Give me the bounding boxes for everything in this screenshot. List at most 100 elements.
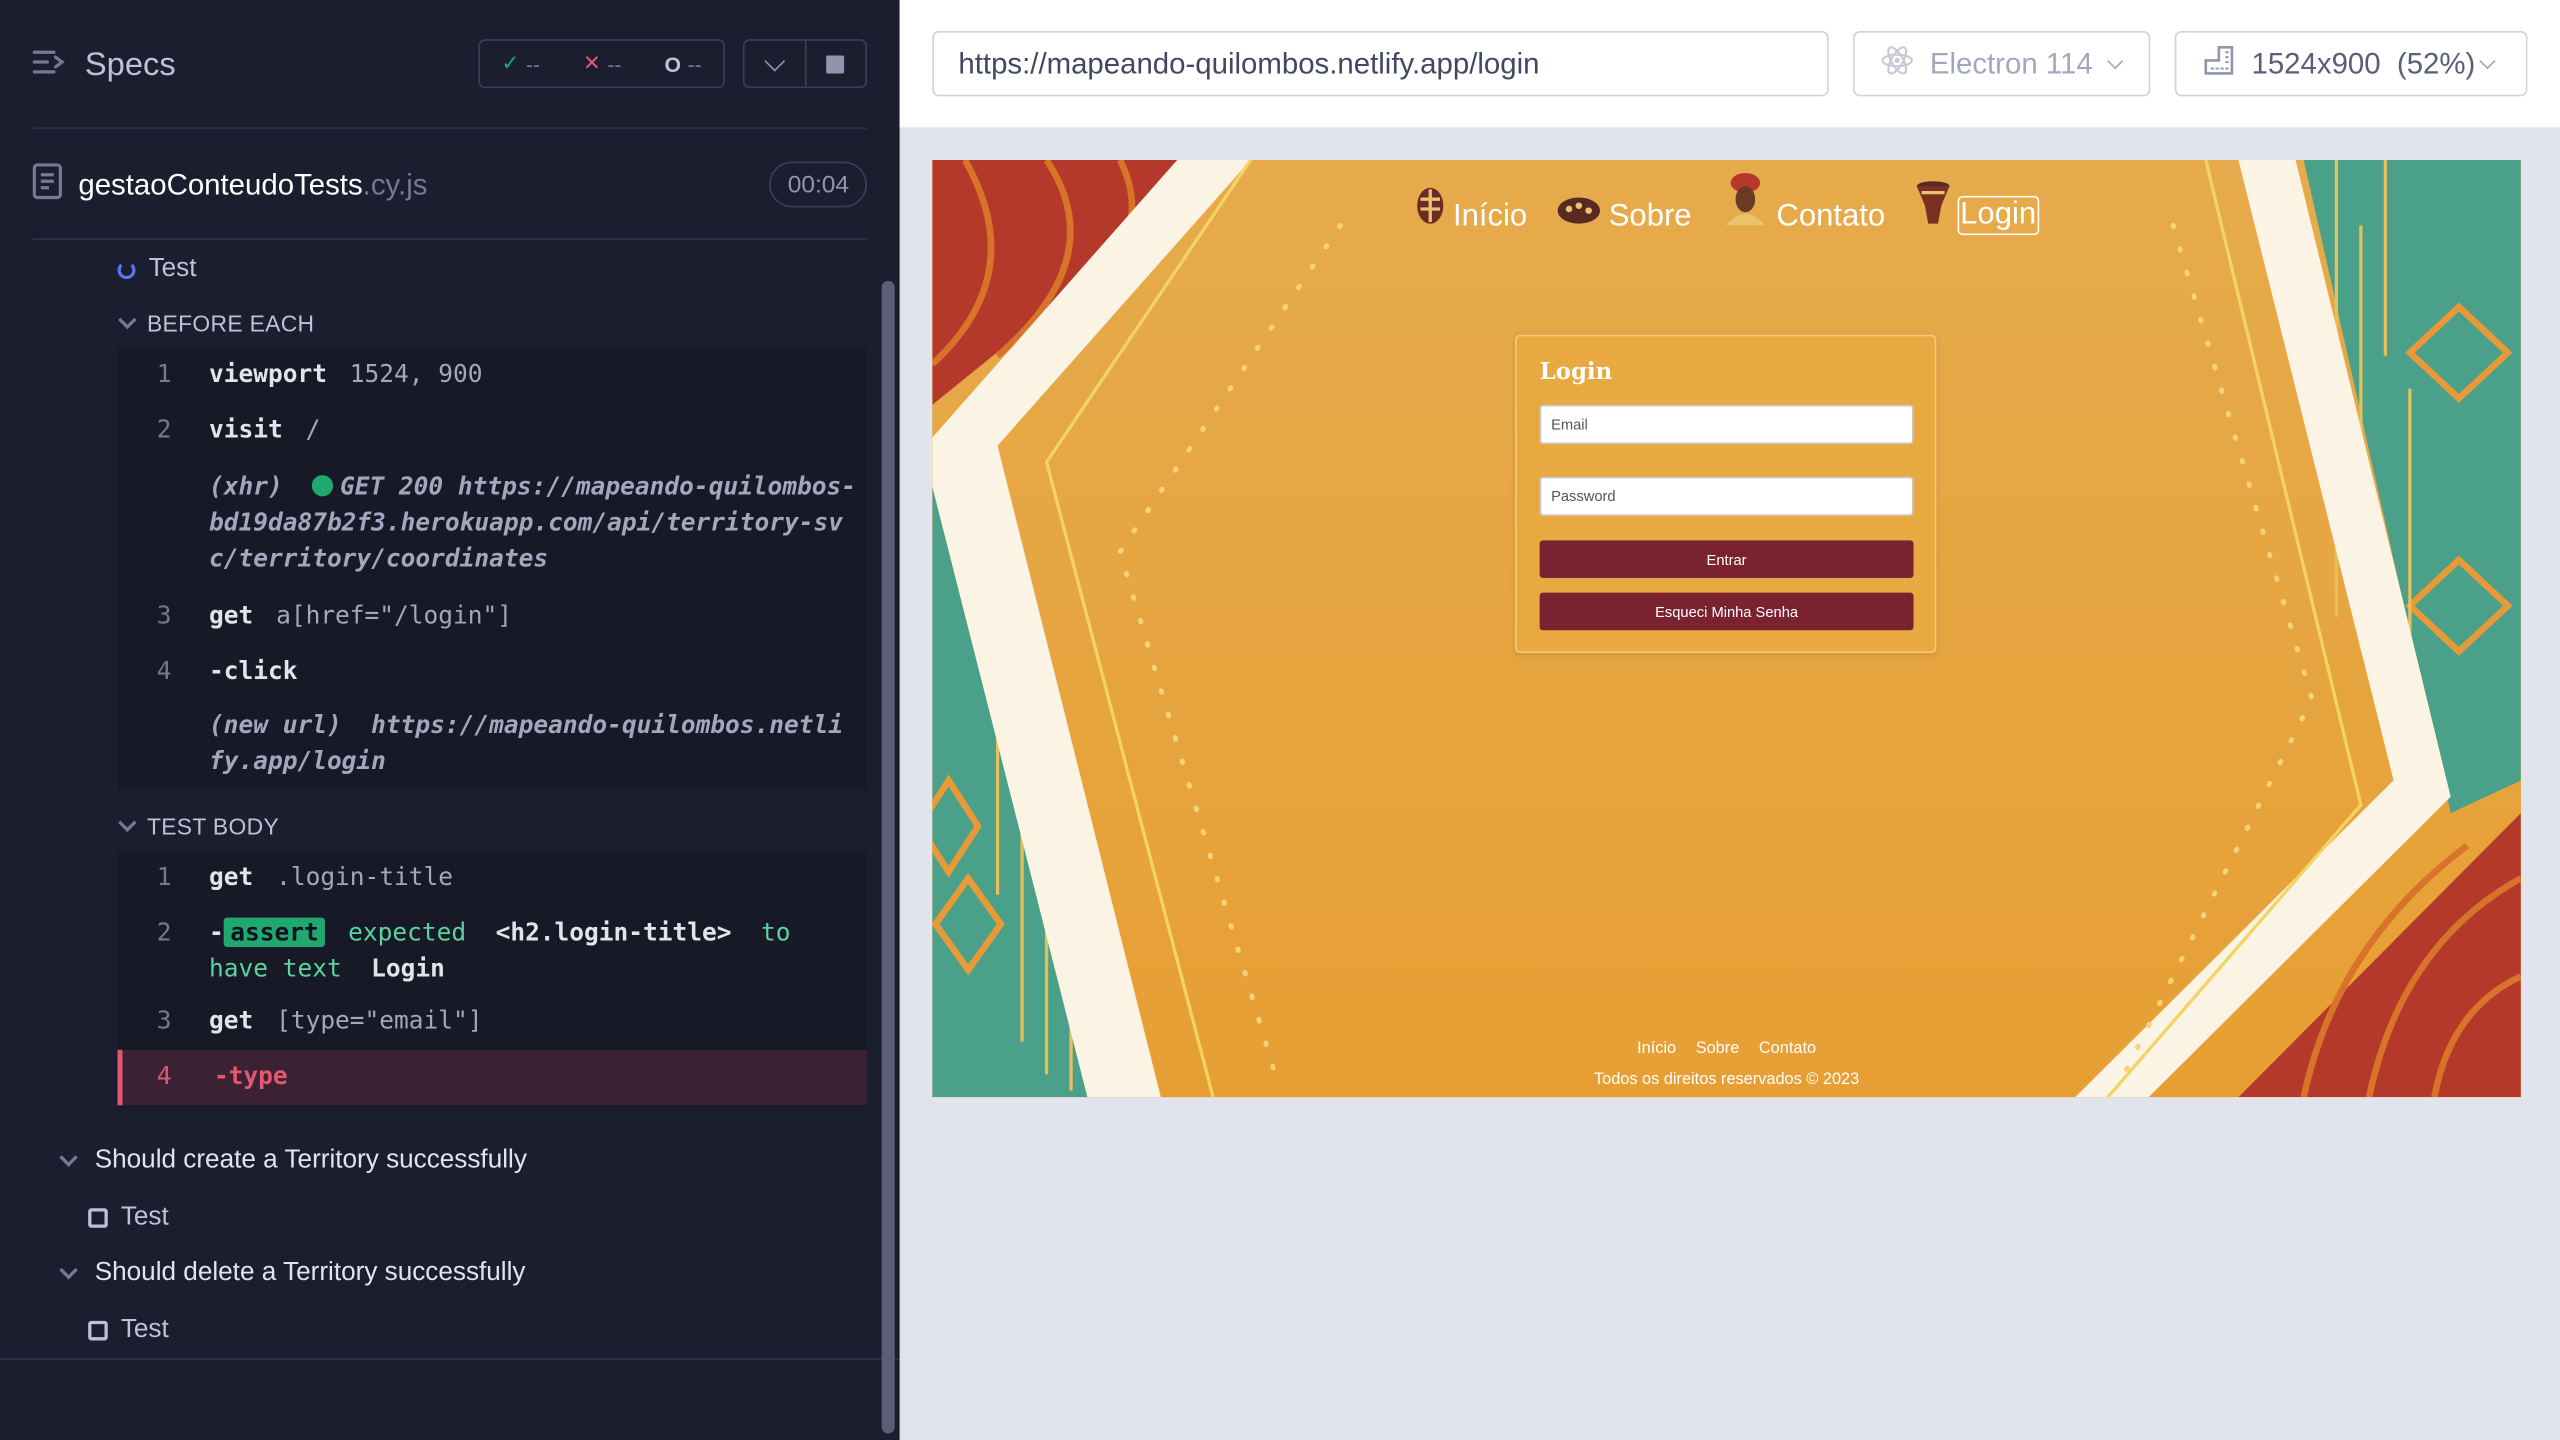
drum-top-icon: [1556, 193, 1602, 235]
divider: [32, 127, 867, 129]
command-row[interactable]: 2 visit /: [118, 403, 867, 459]
chevron-down-icon: [118, 310, 137, 330]
passed-count: --: [525, 51, 541, 76]
command-row[interactable]: 3 get a[href="/login"]: [118, 589, 867, 645]
command-row-xhr[interactable]: (xhr) GET 200 https://mapeando-quilombos…: [118, 459, 867, 590]
browser-label: Electron 114: [1929, 46, 2093, 80]
suite-create-territory[interactable]: Should create a Territory successfully: [59, 1146, 527, 1175]
passed-stat: ✓ --: [502, 51, 540, 77]
viewport-size: 1524x900: [2251, 46, 2381, 80]
command-message: [type="email"]: [276, 1005, 483, 1036]
status-dot-icon: [312, 475, 334, 497]
chevron-down-icon: [2106, 52, 2123, 69]
suite-test-item[interactable]: Test: [88, 1203, 169, 1232]
viewport-scale: (52%): [2396, 46, 2476, 80]
pending-stat: O --: [665, 51, 702, 75]
reporter-panel: Specs ✓ -- ✕ -- O -- gestaoConteudoTests.cy…: [0, 0, 900, 1440]
xhr-message: (xhr) GET 200 https://mapeando-quilombos…: [209, 469, 862, 577]
browser-toolbar: https://mapeando-quilombos.netlify.app/l…: [899, 0, 2560, 128]
app-nav: Início Sobre Contato Login: [932, 170, 2521, 236]
login-card: Login Email Password Entrar Esqueci Minh…: [1515, 334, 1937, 654]
chevron-down-icon: [2479, 52, 2496, 69]
command-row[interactable]: 1 get .login-title: [118, 851, 867, 907]
divider: [32, 238, 867, 241]
not-run-icon: [88, 1320, 108, 1341]
command-number: 2: [156, 414, 172, 445]
command-name: -click: [208, 656, 298, 686]
browser-selector[interactable]: Electron 114: [1853, 31, 2151, 97]
password-field[interactable]: Password: [1539, 476, 1914, 516]
new-url-label: (new url): [208, 710, 342, 740]
failed-count: --: [607, 51, 622, 76]
url-field[interactable]: https://mapeando-quilombos.netlify.app/l…: [932, 31, 1829, 97]
spec-file-row[interactable]: gestaoConteudoTests.cy.js 00:04: [32, 157, 867, 213]
suite-title: Should delete a Territory successfully: [94, 1258, 526, 1287]
command-number: 2: [156, 917, 172, 947]
footer-copyright: Todos os direitos reservados © 2023: [1593, 1071, 1860, 1090]
command-row-new-url[interactable]: (new url) https://mapeando-quilombos.net…: [118, 700, 867, 782]
assert-subject: <h2.login-title>: [495, 917, 732, 947]
spec-file-basename: gestaoConteudoTests: [78, 167, 363, 201]
check-icon: ✓: [501, 50, 520, 76]
footer-link-sobre[interactable]: Sobre: [1696, 1040, 1740, 1058]
command-number: 4: [156, 656, 172, 686]
reporter-scrollbar[interactable]: [881, 280, 895, 1434]
woman-head-icon: [1721, 170, 1770, 235]
pending-count: --: [687, 51, 702, 76]
stop-icon: [826, 54, 845, 73]
viewport-info[interactable]: 1524x900 (52%): [2174, 31, 2528, 97]
app-under-test: Início Sobre Contato Login Login Email P…: [932, 160, 2521, 1098]
before-each-commands: 1 viewport 1524, 900 2 visit / (xhr) GET…: [117, 347, 867, 791]
test-body-label: TEST BODY: [146, 813, 280, 840]
duration-badge: 00:04: [769, 161, 867, 208]
new-url-message: (new url) https://mapeando-quilombos.net…: [209, 707, 846, 779]
xhr-label: (xhr): [208, 471, 283, 502]
footer-link-contato[interactable]: Contato: [1759, 1040, 1816, 1058]
suite-test-item[interactable]: Test: [88, 1316, 169, 1345]
login-submit-button[interactable]: Entrar: [1539, 540, 1914, 578]
stats-box: ✓ -- ✕ -- O --: [478, 39, 725, 89]
command-row[interactable]: 3 get [type="email"]: [118, 994, 867, 1050]
collapse-button[interactable]: [745, 40, 806, 87]
run-controls: [742, 39, 867, 89]
nav-label: Sobre: [1608, 199, 1692, 234]
stop-button[interactable]: [806, 41, 866, 87]
nav-contato[interactable]: Contato: [1721, 170, 1885, 235]
x-icon: ✕: [583, 50, 601, 76]
forgot-password-button[interactable]: Esqueci Minha Senha: [1539, 592, 1914, 631]
failed-stat: ✕ --: [583, 51, 621, 77]
running-test[interactable]: Test: [117, 255, 196, 284]
test-title: Test: [120, 1315, 169, 1344]
nav-label: Início: [1452, 199, 1528, 234]
command-number: 3: [156, 1005, 172, 1036]
email-field[interactable]: Email: [1539, 404, 1914, 445]
command-name: viewport: [208, 359, 327, 389]
chevron-down-icon: [118, 813, 137, 833]
command-name: get: [208, 600, 254, 631]
chevron-down-icon: [763, 50, 785, 71]
command-name: get: [208, 862, 254, 892]
command-row-failing[interactable]: 4 -type: [117, 1049, 867, 1106]
footer-link-inicio[interactable]: Início: [1637, 1040, 1676, 1058]
command-row[interactable]: 4 -click: [118, 645, 867, 701]
test-body-header[interactable]: TEST BODY: [118, 813, 280, 840]
before-each-header[interactable]: BEFORE EACH: [118, 310, 315, 336]
footer-links: Início Sobre Contato: [932, 1040, 2521, 1058]
nav-sobre[interactable]: Sobre: [1556, 193, 1692, 235]
assert-badge: assert: [223, 917, 326, 947]
command-name: get: [208, 1005, 254, 1036]
command-row-assert[interactable]: 2 - assert expected <h2.login-title> to ha…: [118, 906, 867, 994]
command-number: 3: [156, 600, 172, 631]
nav-login[interactable]: Login: [1914, 180, 2040, 236]
suite-delete-territory[interactable]: Should delete a Territory successfully: [59, 1258, 526, 1288]
nav-inicio[interactable]: Início: [1414, 183, 1527, 235]
command-row[interactable]: 1 viewport 1524, 900: [118, 348, 867, 404]
nav-label: Contato: [1776, 199, 1886, 234]
command-name: -type: [213, 1061, 288, 1091]
document-icon: [32, 162, 63, 206]
assert-value: Login: [371, 953, 445, 983]
specs-list-icon[interactable]: [32, 47, 66, 85]
specs-title[interactable]: Specs: [85, 47, 176, 85]
dash: -: [208, 917, 224, 947]
xhr-url: https://mapeando-quilombos-bd19da87b2f3.…: [208, 471, 857, 574]
